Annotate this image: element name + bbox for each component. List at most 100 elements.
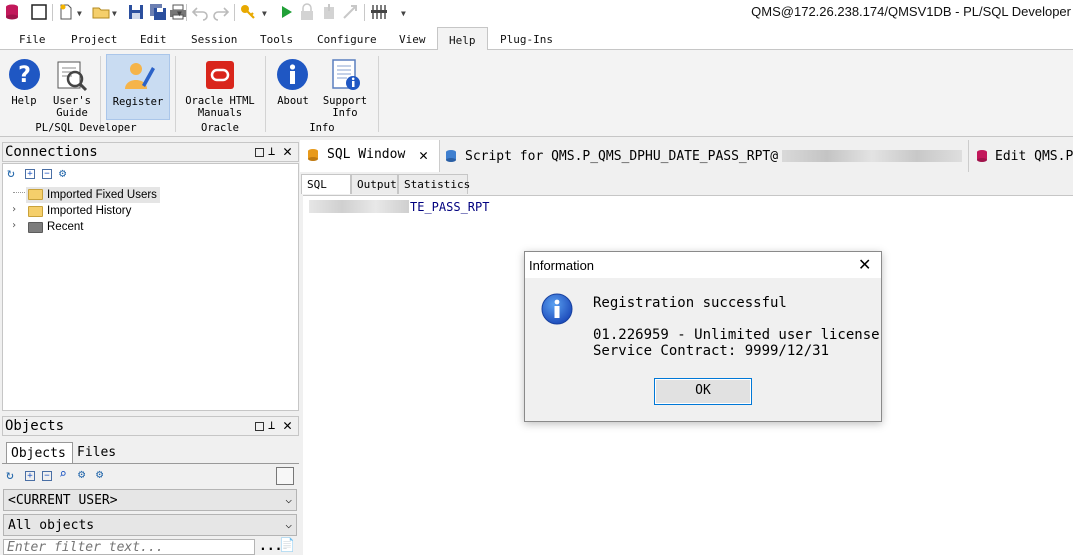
register-icon [125, 63, 155, 89]
commit-icon[interactable] [341, 3, 359, 21]
objects-header: Objects ⊥ ✕ [2, 416, 299, 436]
tab-session[interactable]: Session [191, 33, 237, 46]
doc-tab-edit[interactable]: Edit QMS.P [968, 140, 1073, 172]
tab-plug-ins[interactable]: Plug-Ins [500, 33, 553, 46]
refresh-icon[interactable]: ↻ [7, 166, 15, 181]
fetch-icon[interactable] [320, 3, 338, 21]
redo-icon[interactable] [212, 3, 230, 21]
filter-icon[interactable]: ⚙ [59, 166, 66, 180]
execute-icon[interactable] [277, 3, 295, 21]
tab-file[interactable]: File [19, 33, 46, 46]
save-all-icon[interactable] [149, 3, 167, 21]
code-line: TE_PASS_RPT [410, 200, 490, 214]
chevron-down-icon[interactable]: ▼ [77, 9, 82, 18]
checkbox-icon[interactable] [276, 467, 294, 485]
tab-edit[interactable]: Edit [140, 33, 167, 46]
menu-bar: File Project Edit Session Tools Configur… [0, 26, 1073, 50]
ribbon-separator [265, 56, 266, 132]
open-folder-icon[interactable] [92, 3, 110, 21]
chevron-right-icon[interactable]: › [11, 204, 17, 215]
ribbon-separator [378, 56, 379, 132]
users-guide-button[interactable]: User's Guide [49, 52, 95, 120]
folder-icon [28, 206, 43, 217]
register-label: Register [112, 96, 164, 108]
refresh-icon[interactable]: ↻ [6, 468, 14, 483]
chevron-down-icon[interactable]: ▼ [262, 9, 267, 18]
connections-header: Connections ⊥ ✕ [2, 142, 299, 162]
chevron-down-icon[interactable]: ▼ [401, 9, 406, 18]
recent-folder-icon [28, 222, 43, 233]
help-button[interactable]: ? Help [4, 52, 44, 120]
restore-icon[interactable] [255, 148, 264, 157]
objects-title: Objects [5, 418, 65, 434]
subtab-output[interactable]: Output [351, 174, 398, 194]
support-info-button[interactable]: Support Info [320, 52, 370, 120]
support-info-label-2: Info [332, 107, 358, 119]
doc-tab-script-label: Script for QMS.P_QMS_DPHU_DATE_PASS_RPT@ [465, 149, 779, 164]
oracle-icon [206, 61, 234, 89]
expand-all-icon[interactable]: + [25, 169, 35, 179]
save-icon[interactable] [127, 3, 145, 21]
break-icon[interactable] [298, 3, 316, 21]
tab-help[interactable]: Help [437, 27, 488, 51]
about-button[interactable]: About [272, 52, 314, 120]
help-icon: ? [9, 59, 40, 90]
new-filter-icon[interactable]: 📄 [279, 538, 295, 553]
doc-tab-script[interactable]: Script for QMS.P_QMS_DPHU_DATE_PASS_RPT@ [442, 140, 966, 172]
chevron-right-icon[interactable]: › [11, 220, 17, 231]
tree-item-imported-history[interactable]: Imported History [47, 205, 131, 217]
redacted-text [782, 150, 962, 162]
chevron-down-icon[interactable]: ▼ [112, 9, 117, 18]
filter-add-icon[interactable]: ⚙ [96, 467, 103, 481]
close-icon[interactable]: ✕ [283, 416, 292, 434]
connections-tree: ↻ + − ⚙ Imported Fixed Users › Imported … [2, 163, 299, 411]
close-icon[interactable]: ✕ [858, 255, 871, 275]
tree-line [13, 192, 27, 193]
close-icon[interactable]: ✕ [419, 146, 428, 164]
subtab-statistics[interactable]: Statistics [398, 174, 470, 194]
key-icon[interactable] [239, 3, 257, 21]
tab-files[interactable]: Files [77, 445, 116, 460]
doc-tab-sql-window[interactable]: SQL Window ✕ [300, 140, 440, 172]
tab-view[interactable]: View [399, 33, 426, 46]
restore-icon[interactable] [255, 422, 264, 431]
expand-all-icon[interactable]: + [25, 471, 35, 481]
users-guide-icon [57, 61, 88, 92]
register-button[interactable]: Register [106, 54, 170, 120]
tree-item-imported-fixed-users[interactable]: Imported Fixed Users [47, 189, 157, 201]
dialog-license-line: 01.226959 - Unlimited user license [593, 327, 880, 343]
filter-icon[interactable]: ⚙ [78, 467, 85, 481]
tab-objects-label: Objects [11, 446, 66, 461]
tab-tools[interactable]: Tools [260, 33, 293, 46]
tab-objects[interactable]: Objects [6, 442, 73, 464]
binoculars-icon[interactable]: ⌕ [59, 467, 67, 482]
user-combo[interactable]: <CURRENT USER> ⌵ [3, 489, 297, 511]
ok-button[interactable]: OK [654, 378, 752, 405]
filter-input[interactable] [3, 539, 255, 555]
tab-project[interactable]: Project [71, 33, 117, 46]
document-tabs: SQL Window ✕ Script for QMS.P_QMS_DPHU_D… [300, 140, 1073, 172]
oracle-html-manuals-button[interactable]: Oracle HTML Manuals [180, 52, 260, 120]
toolbar-separator [364, 4, 365, 21]
pin-icon[interactable]: ⊥ [268, 418, 275, 432]
chevron-down-icon[interactable]: ▼ [177, 9, 182, 18]
undo-icon[interactable] [191, 3, 209, 21]
subtab-sql[interactable]: SQL [301, 174, 351, 194]
pin-icon[interactable]: ⊥ [268, 144, 275, 158]
quick-access-toolbar: ▼ ▼ ▼ ▼ ▼ QMS@172.26.238.174/QMSV1DB - P… [0, 0, 1073, 26]
collapse-all-icon[interactable]: − [42, 169, 52, 179]
new-file-icon[interactable] [57, 3, 75, 21]
info-icon [277, 59, 308, 90]
tab-configure[interactable]: Configure [317, 33, 377, 46]
window-icon[interactable] [30, 3, 48, 21]
users-guide-label-2: Guide [56, 107, 88, 119]
close-icon[interactable]: ✕ [283, 142, 292, 160]
collapse-all-icon[interactable]: − [42, 471, 52, 481]
tree-item-recent[interactable]: Recent [47, 221, 83, 233]
about-label: About [277, 95, 309, 107]
object-type-combo[interactable]: All objects ⌵ [3, 514, 297, 536]
redacted-text [309, 200, 409, 213]
database-icon[interactable] [3, 3, 21, 21]
toolbar-separator [234, 4, 235, 21]
columns-icon[interactable] [370, 3, 388, 21]
